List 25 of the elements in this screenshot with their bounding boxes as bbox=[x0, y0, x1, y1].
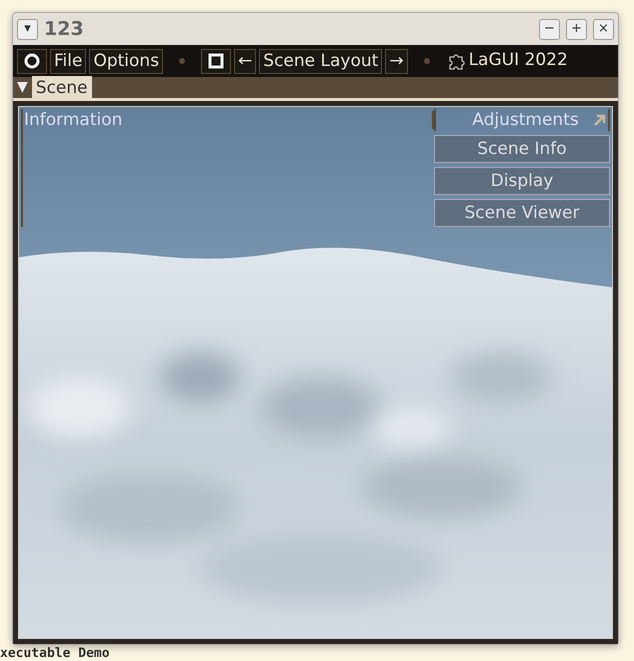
toolbar-button[interactable]: File bbox=[50, 48, 86, 74]
toolbar-button[interactable] bbox=[201, 48, 232, 74]
panel-button[interactable]: Scene Info bbox=[434, 135, 610, 163]
panel-title: Information bbox=[21, 109, 122, 227]
tab[interactable]: Scene bbox=[32, 76, 92, 100]
minimize-button[interactable]: − bbox=[539, 18, 560, 40]
panel-button[interactable]: Scene Viewer bbox=[434, 199, 610, 227]
app-name: LaGUI 2022 bbox=[468, 49, 568, 72]
toolbar-button[interactable]: → bbox=[385, 48, 408, 74]
panel-button[interactable]: Display bbox=[434, 167, 610, 195]
panel-title: Adjustments bbox=[471, 109, 579, 131]
maximize-button[interactable]: + bbox=[566, 18, 587, 40]
window-title: 123 bbox=[44, 16, 84, 42]
close-button[interactable]: × bbox=[593, 18, 614, 40]
circle-icon bbox=[24, 53, 40, 69]
toolbar-button[interactable]: Scene Layout bbox=[259, 48, 382, 74]
separator-dot bbox=[424, 58, 430, 64]
caret-icon[interactable]: ▼ bbox=[17, 77, 28, 98]
toolbar-button[interactable]: Options bbox=[89, 48, 164, 74]
status-text: xecutable Demo bbox=[0, 646, 110, 661]
toolbar-button[interactable]: ← bbox=[234, 48, 256, 74]
toolbar-button[interactable] bbox=[17, 48, 47, 74]
square-icon bbox=[208, 53, 224, 69]
separator-dot bbox=[179, 58, 186, 64]
window-menu-button[interactable]: ▾ bbox=[17, 18, 38, 40]
